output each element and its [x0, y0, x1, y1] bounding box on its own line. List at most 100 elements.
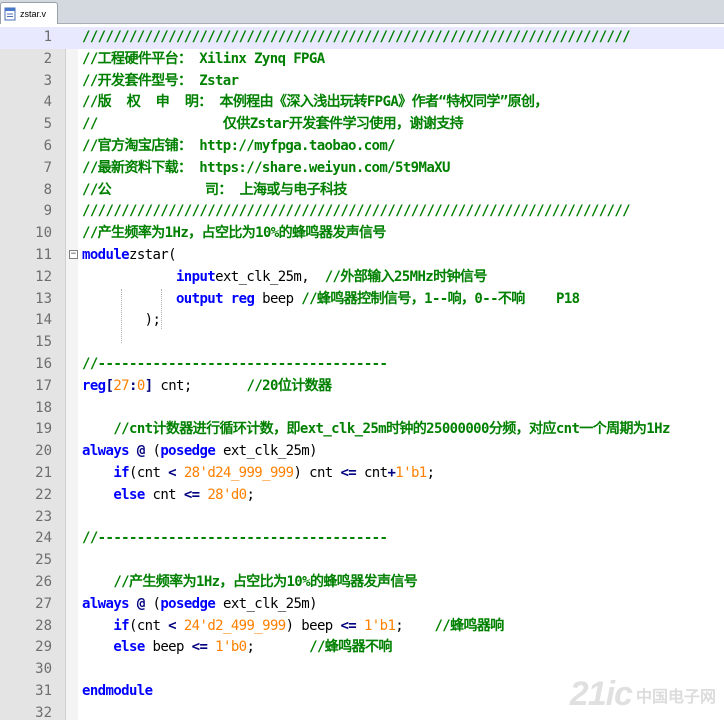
line-number: 13 [35, 290, 52, 307]
code-token: ) beep [285, 617, 341, 634]
code-token: //------------------------------------- [82, 355, 388, 372]
code-line[interactable]: 23 [0, 507, 724, 529]
code-token: ////////////////////////////////////////… [82, 203, 631, 220]
code-line[interactable]: 19 //cnt计数器进行循环计数，即ext_clk_25m时钟的2500000… [0, 419, 724, 441]
code-token: //蜂鸣器控制信号，1--响，0--不响 P18 [301, 290, 580, 307]
code-token: 0 [136, 377, 145, 394]
code-token: (cnt [129, 617, 169, 634]
code-line[interactable]: 5 // 仅供Zstar开发套件学习使用，谢谢支持 [0, 114, 724, 136]
code-token: //cnt计数器进行循环计数，即ext_clk_25m时钟的25000000分频… [113, 421, 670, 438]
code-editor[interactable]: 1 ///////////////////////////////////////… [0, 27, 724, 720]
code-line[interactable]: 18 [0, 398, 724, 420]
file-icon [4, 7, 17, 21]
code-token: ext_clk_25m, [215, 268, 325, 285]
code-line[interactable]: 9 ///////////////////////////////////////… [0, 201, 724, 223]
line-number: 3 [43, 72, 52, 89]
code-text: //------------------------------------- [82, 354, 388, 376]
code-line[interactable]: 3 //开发套件型号： Zstar [0, 71, 724, 93]
code-token: ext_clk_25m) [215, 443, 318, 460]
line-number: 15 [35, 334, 52, 351]
code-line[interactable]: 29 else beep <= 1'b0; //蜂鸣器不响 [0, 637, 724, 659]
code-line[interactable]: 21 if(cnt < 28'd24_999_999) cnt <= cnt+1… [0, 463, 724, 485]
code-token: (cnt [129, 464, 169, 481]
code-line[interactable]: 7 //最新资料下载： https://share.weiyun.com/5t9M… [0, 158, 724, 180]
code-line[interactable]: 11 − modulezstar( [0, 245, 724, 267]
code-line[interactable]: 1 ///////////////////////////////////////… [0, 27, 724, 49]
code-token: ; [246, 639, 310, 656]
code-token: input [175, 268, 216, 285]
code-text: //cnt计数器进行循环计数，即ext_clk_25m时钟的25000000分频… [82, 419, 670, 441]
line-number: 32 [35, 704, 52, 720]
code-lines: 1 ///////////////////////////////////////… [0, 27, 724, 720]
code-token: //产生频率为1Hz，占空比为10%的蜂鸣器发声信号 [113, 573, 418, 590]
line-number: 12 [35, 268, 52, 285]
line-number: 19 [35, 421, 52, 438]
code-token: ] [144, 377, 153, 394]
line-number: 17 [35, 377, 52, 394]
code-line[interactable]: 12 inputext_clk_25m, //外部输入25MHz时钟信号 [0, 267, 724, 289]
code-line[interactable]: 13 output reg beep //蜂鸣器控制信号，1--响，0--不响 … [0, 289, 724, 311]
code-line[interactable]: 16 //------------------------------------… [0, 354, 724, 376]
code-line[interactable]: 14 ); [0, 310, 724, 332]
fold-toggle-icon[interactable]: − [69, 249, 78, 259]
watermark-logo: 21ic 中国电子网 [570, 675, 716, 714]
code-token: if [113, 617, 129, 634]
code-text: if(cnt < 28'd24_999_999) cnt <= cnt+1'b1… [82, 463, 435, 485]
line-number: 5 [43, 116, 52, 133]
tab-zstar-v[interactable]: zstar.v [0, 2, 58, 24]
code-line[interactable]: 25 [0, 550, 724, 572]
code-token: beep [144, 639, 192, 656]
code-line[interactable]: 26 //产生频率为1Hz，占空比为10%的蜂鸣器发声信号 [0, 572, 724, 594]
code-line[interactable]: 20 always @ (posedge ext_clk_25m) [0, 441, 724, 463]
code-line[interactable]: 10 //产生频率为1Hz，占空比为10%的蜂鸣器发声信号 [0, 223, 724, 245]
line-number: 18 [35, 399, 52, 416]
code-line[interactable]: 15 [0, 332, 724, 354]
code-token: module [82, 246, 130, 263]
code-line[interactable]: 2 //工程硬件平台： Xilinx Zynq FPGA [0, 49, 724, 71]
code-token: 1'b0 [215, 639, 247, 656]
code-line[interactable]: 24 //------------------------------------… [0, 528, 724, 550]
code-token: <= [340, 464, 357, 481]
code-line[interactable]: 28 if(cnt < 24'd2_499_999) beep <= 1'b1;… [0, 616, 724, 638]
line-number: 21 [35, 464, 52, 481]
code-text: ); [82, 310, 161, 332]
line-number: 24 [35, 530, 52, 547]
watermark-sub: 中国电子网 [635, 688, 716, 706]
code-text: always @ (posedge ext_clk_25m) [82, 594, 318, 616]
code-token: output [175, 290, 224, 307]
code-text: else beep <= 1'b0; //蜂鸣器不响 [82, 637, 392, 659]
code-token: ) cnt [293, 464, 341, 481]
code-text: output reg beep //蜂鸣器控制信号，1--响，0--不响 P18 [82, 289, 580, 311]
code-line[interactable]: 27 always @ (posedge ext_clk_25m) [0, 594, 724, 616]
code-text: inputext_clk_25m, //外部输入25MHz时钟信号 [82, 267, 487, 289]
code-token: if [113, 464, 129, 481]
code-line[interactable]: 17 reg[27:0] cnt; //20位计数器 [0, 376, 724, 398]
code-token: ////////////////////////////////////////… [82, 29, 631, 45]
code-token: 28'd0 [207, 486, 247, 503]
code-token: ; [426, 464, 435, 481]
code-token: //版 权 申 明： 本例程由《深入浅出玩转FPGA》作者“特权同学”原创， [82, 94, 548, 111]
tab-bar: zstar.v [0, 0, 724, 24]
code-line[interactable]: 22 else cnt <= 28'd0; [0, 485, 724, 507]
code-token: //公 司： 上海或与电子科技 [82, 181, 347, 198]
code-line[interactable]: 8 //公 司： 上海或与电子科技 [0, 180, 724, 202]
code-token: cnt; [152, 377, 247, 394]
line-number: 31 [35, 682, 52, 699]
line-number: 22 [35, 486, 52, 503]
code-token: @ [136, 443, 145, 460]
line-number: 11 [35, 246, 52, 263]
code-line[interactable]: 6 //官方淘宝店铺： http://myfpga.taobao.com/ [0, 136, 724, 158]
code-token: cnt [356, 464, 388, 481]
code-line[interactable]: 4 //版 权 申 明： 本例程由《深入浅出玩转FPGA》作者“特权同学”原创， [0, 92, 724, 114]
line-number: 8 [43, 181, 52, 198]
code-token: 1'b1 [363, 617, 396, 634]
code-text: always @ (posedge ext_clk_25m) [82, 441, 318, 463]
code-token: < [168, 464, 176, 481]
